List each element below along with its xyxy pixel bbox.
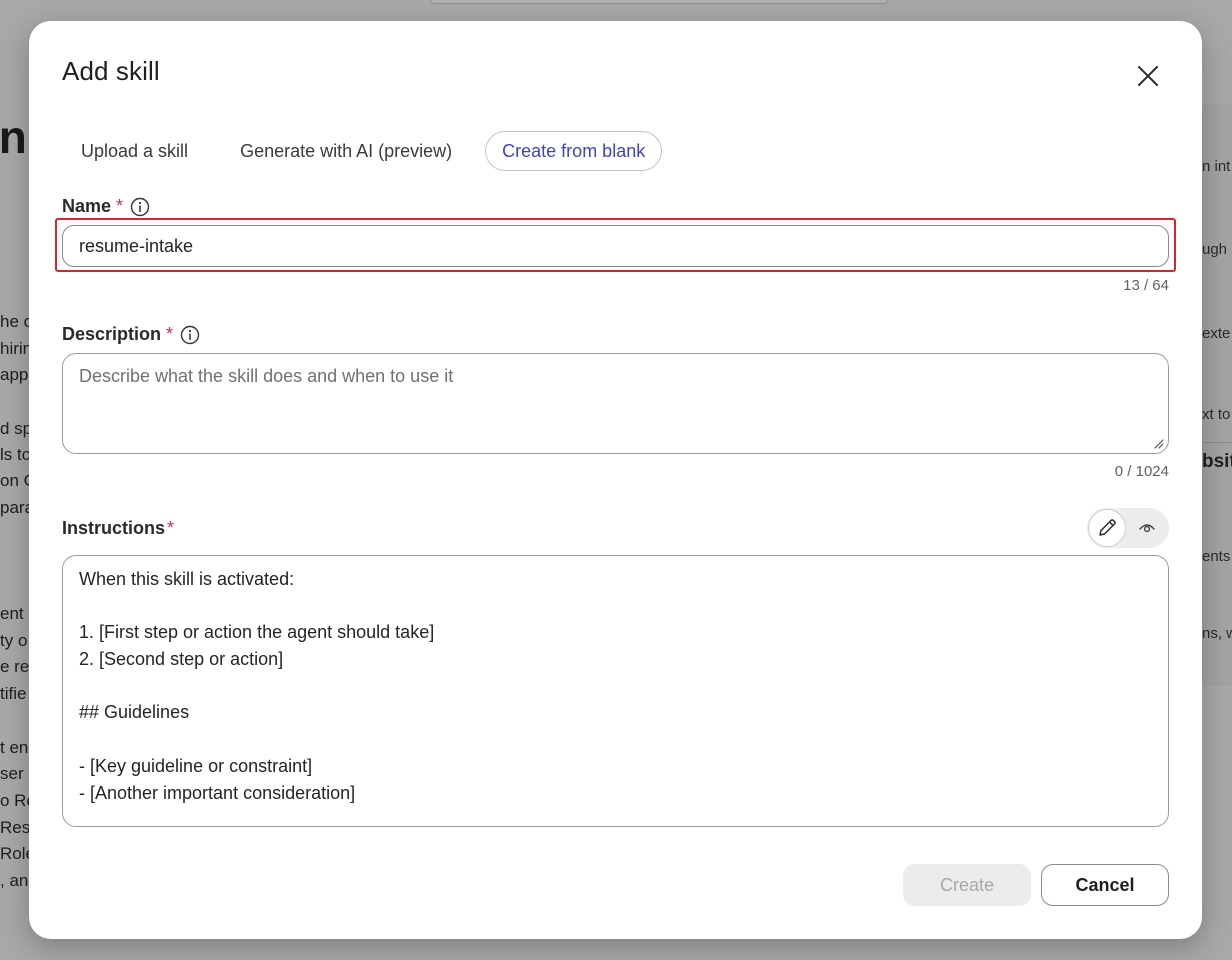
create-button[interactable]: Create bbox=[903, 864, 1031, 906]
instructions-line: 2. [Second step or action] bbox=[79, 649, 284, 670]
close-icon bbox=[1138, 66, 1158, 86]
instructions-line: When this skill is activated: bbox=[79, 569, 295, 589]
background-text-line: ty o bbox=[0, 631, 28, 650]
background-text-line: , an bbox=[0, 871, 29, 890]
instructions-line: - [Another important consideration] bbox=[79, 782, 356, 803]
edit-mode-button[interactable] bbox=[1088, 509, 1126, 547]
description-label: Description bbox=[62, 324, 162, 344]
instructions-line: - [Key guideline or constraint] bbox=[79, 755, 313, 776]
background-divider bbox=[1202, 442, 1232, 443]
background-text-line: hirin bbox=[0, 339, 33, 358]
tab-create-from-blank[interactable]: Create from blank bbox=[485, 131, 663, 171]
tab-upload-skill[interactable]: Upload a skill bbox=[62, 131, 207, 171]
instructions-line bbox=[79, 726, 1152, 753]
background-side-panel bbox=[1202, 104, 1232, 686]
edit-preview-toggle bbox=[1087, 508, 1169, 548]
name-input-value: resume-intake bbox=[79, 235, 194, 256]
background-side-text: ugh bbox=[1202, 241, 1228, 258]
info-icon[interactable] bbox=[130, 197, 150, 217]
background-side-text: exte bbox=[1202, 325, 1231, 342]
instructions-line: 1. [First step or action the agent shoul… bbox=[79, 622, 435, 643]
required-mark: * bbox=[166, 324, 174, 344]
instructions-line bbox=[79, 593, 1152, 620]
info-icon[interactable] bbox=[180, 325, 200, 345]
description-char-counter: 0 / 1024 bbox=[1114, 463, 1169, 480]
description-placeholder: Describe what the skill does and when to… bbox=[79, 366, 454, 386]
name-label-row: Name * bbox=[62, 196, 150, 217]
add-skill-dialog: Add skill Upload a skill Generate with A… bbox=[29, 21, 1202, 939]
instructions-label: Instructions bbox=[62, 518, 166, 538]
background-search-bar bbox=[430, 0, 888, 4]
source-tabs: Upload a skill Generate with AI (preview… bbox=[62, 130, 676, 172]
background-side-text: ents bbox=[1202, 548, 1231, 565]
required-mark: * bbox=[116, 196, 124, 216]
tab-generate-with-ai[interactable]: Generate with AI (preview) bbox=[221, 131, 471, 171]
background-side-text: bsite bbox=[1202, 451, 1232, 472]
background-text-line: tifie bbox=[0, 684, 27, 703]
background-text-line: ls to bbox=[0, 445, 32, 464]
instructions-line: ## Guidelines bbox=[79, 702, 190, 723]
background-side-text: ns, w bbox=[1202, 625, 1232, 642]
background-text-line: t en bbox=[0, 738, 29, 757]
name-input[interactable]: resume-intake bbox=[62, 225, 1169, 267]
name-label: Name bbox=[62, 196, 112, 216]
close-button[interactable] bbox=[1133, 61, 1163, 91]
background-text-line: d sp bbox=[0, 419, 33, 438]
background-text-line: app bbox=[0, 365, 29, 384]
preview-mode-button[interactable] bbox=[1128, 509, 1166, 547]
instructions-line bbox=[79, 673, 1152, 700]
cancel-button[interactable]: Cancel bbox=[1041, 864, 1169, 906]
description-label-row: Description * bbox=[62, 324, 200, 345]
background-heading: in bbox=[0, 111, 27, 163]
instructions-label-row: Instructions * bbox=[62, 518, 174, 539]
dialog-title: Add skill bbox=[62, 56, 160, 86]
background-text-line: Res bbox=[0, 818, 31, 837]
pencil-icon bbox=[1099, 519, 1116, 536]
background-side-text: n int bbox=[1202, 158, 1231, 175]
resize-grip-icon[interactable] bbox=[1152, 437, 1164, 449]
background-text-line: ent bbox=[0, 604, 24, 623]
description-textarea[interactable]: Describe what the skill does and when to… bbox=[62, 353, 1169, 454]
name-char-counter: 13 / 64 bbox=[1123, 277, 1169, 294]
eye-icon bbox=[1139, 524, 1155, 533]
instructions-editor[interactable]: When this skill is activated: 1. [First … bbox=[62, 555, 1169, 827]
required-mark: * bbox=[167, 518, 175, 538]
background-side-text: xt to bbox=[1202, 406, 1231, 423]
